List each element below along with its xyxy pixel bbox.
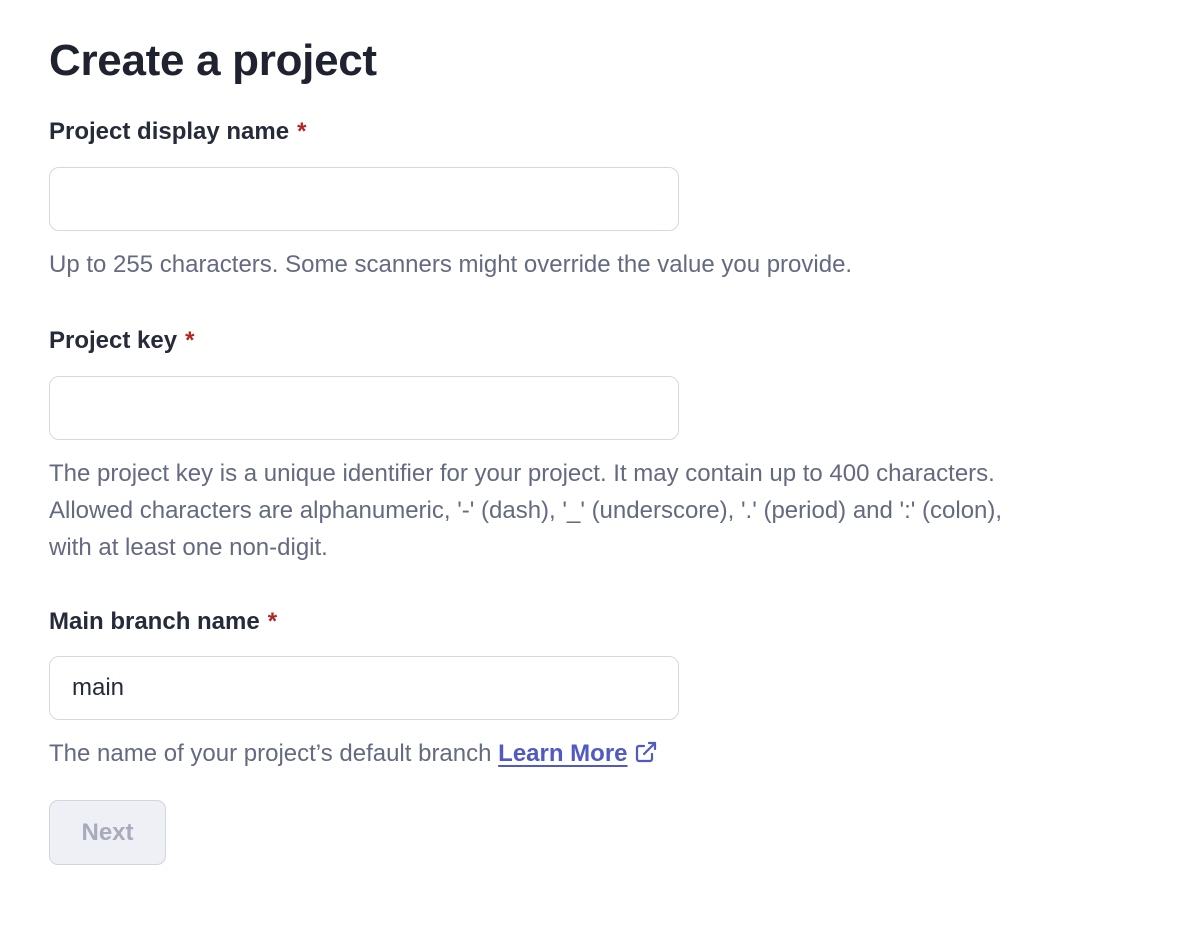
- main-branch-input[interactable]: [49, 656, 679, 720]
- project-key-help-line: The project key is a unique identifier f…: [49, 460, 995, 487]
- learn-more-link-text: Learn More: [498, 740, 628, 767]
- main-branch-label-text: Main branch name: [49, 608, 260, 635]
- project-key-help-line: Allowed characters are alphanumeric, '-'…: [49, 497, 1003, 524]
- next-button[interactable]: Next: [49, 800, 166, 865]
- project-key-help-line: with at least one non-digit.: [49, 534, 328, 561]
- page-title: Create a project: [49, 36, 377, 85]
- main-branch-help: The name of your project’s default branc…: [49, 735, 1159, 775]
- project-key-label-text: Project key: [49, 327, 178, 354]
- required-marker: *: [267, 608, 278, 635]
- display-name-help: Up to 255 characters. Some scanners migh…: [49, 251, 853, 278]
- required-marker: *: [185, 327, 195, 354]
- required-marker: *: [297, 118, 307, 145]
- project-key-input[interactable]: [49, 376, 679, 440]
- display-name-input[interactable]: [49, 167, 679, 231]
- display-name-label: Project display name *: [49, 118, 306, 146]
- external-link-icon: [634, 738, 658, 775]
- main-branch-help-text: The name of your project’s default branc…: [49, 740, 492, 767]
- learn-more-link[interactable]: Learn More: [498, 740, 657, 767]
- main-branch-label: Main branch name *: [49, 608, 277, 636]
- display-name-label-text: Project display name: [49, 118, 290, 145]
- project-key-help: The project key is a unique identifier f…: [49, 455, 1159, 566]
- project-key-label: Project key *: [49, 327, 194, 355]
